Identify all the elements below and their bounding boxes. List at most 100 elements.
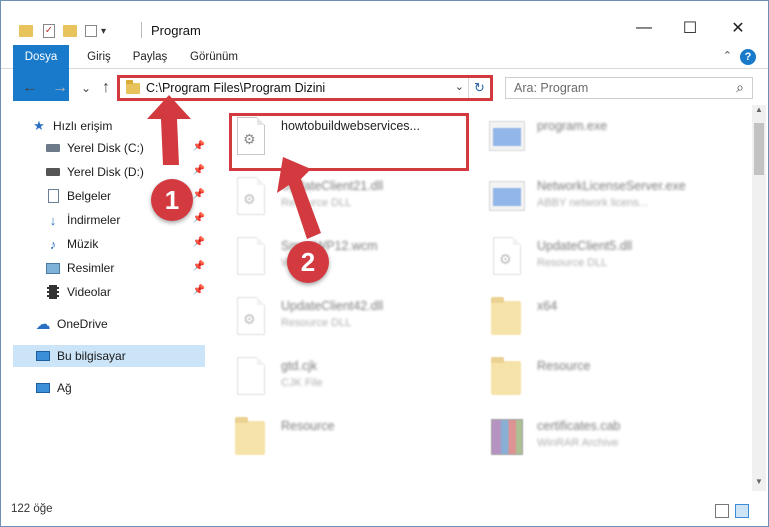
tiles-view-icon[interactable]: [735, 504, 749, 518]
tab-home[interactable]: Giriş: [79, 45, 119, 69]
sidebar-item-music[interactable]: ♪ Müzik 📌: [45, 233, 205, 255]
list-item[interactable]: ⚙ UpdateClient21.dll Resource DLL: [217, 169, 457, 225]
up-button[interactable]: ↑: [95, 77, 117, 99]
chevron-down-icon[interactable]: ⌄: [455, 80, 464, 93]
list-item[interactable]: certificates.cab WinRAR Archive: [473, 409, 713, 465]
forward-button[interactable]: →: [49, 77, 71, 99]
file-name: program.exe: [537, 119, 608, 133]
sidebar-item-label: Hızlı erişim: [53, 119, 113, 133]
refresh-icon[interactable]: ↻: [468, 78, 490, 98]
file-type: ABBY network licens...: [537, 197, 649, 209]
sidebar-item-label: Ağ: [57, 381, 72, 395]
pin-icon[interactable]: 📌: [193, 165, 205, 176]
computer-icon: [35, 348, 51, 364]
properties-icon[interactable]: ✓: [43, 24, 55, 38]
exe-icon: [489, 117, 525, 161]
sidebar-item-videos[interactable]: Videolar 📌: [45, 281, 205, 303]
tab-view[interactable]: Görünüm: [183, 45, 245, 69]
address-bar[interactable]: C:\Program Files\Program Dizini ⌄ ↻: [117, 75, 493, 101]
callout-badge-1: 1: [151, 179, 193, 221]
file-name: UpdateClient21.dll: [281, 179, 384, 193]
file-name: Resource: [281, 419, 335, 433]
file-name: x64: [537, 299, 558, 313]
music-icon: ♪: [49, 236, 57, 252]
scroll-thumb[interactable]: [754, 123, 764, 175]
file-type: WinRAR Archive: [537, 437, 619, 449]
new-folder-icon[interactable]: [63, 25, 77, 37]
list-item[interactable]: Resource: [473, 349, 713, 405]
folder-icon: [126, 80, 140, 94]
pin-icon[interactable]: 📌: [193, 213, 205, 224]
generic-file-icon: [233, 237, 269, 281]
list-item[interactable]: Resource: [217, 409, 457, 465]
recent-locations-button[interactable]: ⌄: [75, 77, 97, 99]
sidebar-item-label: Resimler: [67, 261, 115, 275]
ribbon-tabs: Dosya Giriş Paylaş Görünüm ⌃ ?: [1, 45, 768, 101]
close-button[interactable]: ✕: [715, 13, 761, 43]
address-path[interactable]: C:\Program Files\Program Dizini: [146, 81, 325, 95]
file-type: Resource DLL: [281, 197, 352, 209]
help-icon[interactable]: ?: [740, 49, 756, 65]
scroll-down-icon[interactable]: ▼: [752, 477, 766, 491]
highlight-box: [229, 113, 469, 171]
chevron-down-icon[interactable]: ▾: [101, 26, 106, 37]
pin-icon[interactable]: 📌: [193, 261, 205, 272]
drive-icon: [45, 164, 61, 180]
list-item[interactable]: ⚙ UpdateClient5.dll Resource DLL: [473, 229, 713, 285]
search-icon[interactable]: ⌕: [736, 79, 744, 96]
sidebar-item-network[interactable]: Ağ: [35, 377, 205, 399]
maximize-button[interactable]: ☐: [667, 13, 713, 43]
list-item[interactable]: NetworkLicenseServer.exe ABBY network li…: [473, 169, 713, 225]
star-icon: ★: [33, 118, 45, 133]
pin-icon[interactable]: 📌: [193, 285, 205, 296]
details-view-icon[interactable]: [715, 504, 729, 518]
sidebar-item-local-disk-c[interactable]: Yerel Disk (C:) 📌: [45, 137, 205, 159]
pin-icon[interactable]: 📌: [193, 189, 205, 200]
status-bar: 122 öğe: [1, 497, 768, 525]
drive-icon: [45, 140, 61, 156]
tab-share[interactable]: Paylaş: [125, 45, 175, 69]
list-item[interactable]: x64: [473, 289, 713, 345]
explorer-window: ✓ ▾ Program — ☐ ✕ Dosya Giriş Paylaş Gör…: [0, 0, 769, 527]
pin-icon[interactable]: 📌: [193, 237, 205, 248]
archive-icon: [489, 417, 525, 461]
folder-icon: [489, 297, 525, 341]
cloud-icon: ☁: [35, 316, 51, 333]
folder-icon[interactable]: [19, 25, 33, 37]
sidebar-item-label: Bu bilgisayar: [57, 349, 126, 363]
folder-icon: [233, 417, 269, 461]
file-name: UpdateClient42.dll: [281, 299, 384, 313]
list-item[interactable]: SmartWP12.wcm WCM: [217, 229, 457, 285]
navigation-pane: ★ Hızlı erişim Yerel Disk (C:) 📌 Yerel D…: [1, 109, 207, 493]
scroll-up-icon[interactable]: ▲: [752, 105, 766, 119]
documents-icon: [45, 188, 61, 204]
navigation-bar: ← → ⌄ ↑ C:\Program Files\Program Dizini …: [1, 71, 768, 105]
list-item[interactable]: gtd.cjk CJK File: [217, 349, 457, 405]
exe-icon: [489, 177, 525, 221]
sidebar-item-this-pc[interactable]: Bu bilgisayar: [13, 345, 205, 367]
search-placeholder: Ara: Program: [514, 81, 589, 95]
list-item[interactable]: ⚙ UpdateClient42.dll Resource DLL: [217, 289, 457, 345]
dll-icon: ⚙: [233, 177, 269, 221]
generic-file-icon: [233, 357, 269, 401]
minimize-button[interactable]: —: [621, 13, 667, 43]
sidebar-item-label: Belgeler: [67, 189, 112, 203]
sidebar-item-quick-access[interactable]: ★ Hızlı erişim: [31, 115, 205, 137]
search-input[interactable]: Ara: Program ⌕: [505, 77, 753, 99]
file-name: gtd.cjk: [281, 359, 318, 373]
customize-icon[interactable]: [85, 25, 97, 37]
sidebar-item-label: OneDrive: [57, 317, 108, 331]
chevron-up-icon[interactable]: ⌃: [723, 49, 732, 62]
pin-icon[interactable]: 📌: [193, 141, 205, 152]
vertical-scrollbar[interactable]: ▲ ▼: [752, 105, 766, 491]
list-item[interactable]: program.exe: [473, 109, 713, 165]
back-button[interactable]: ←: [19, 77, 41, 99]
file-type: Resource DLL: [537, 257, 608, 269]
item-count: 122 öğe: [11, 503, 53, 515]
folder-icon: [489, 357, 525, 401]
sidebar-item-local-disk-d[interactable]: Yerel Disk (D:) 📌: [45, 161, 205, 183]
file-name: NetworkLicenseServer.exe: [537, 179, 686, 193]
file-type: Resource DLL: [281, 317, 352, 329]
sidebar-item-pictures[interactable]: Resimler 📌: [45, 257, 205, 279]
sidebar-item-onedrive[interactable]: ☁ OneDrive: [35, 313, 205, 335]
